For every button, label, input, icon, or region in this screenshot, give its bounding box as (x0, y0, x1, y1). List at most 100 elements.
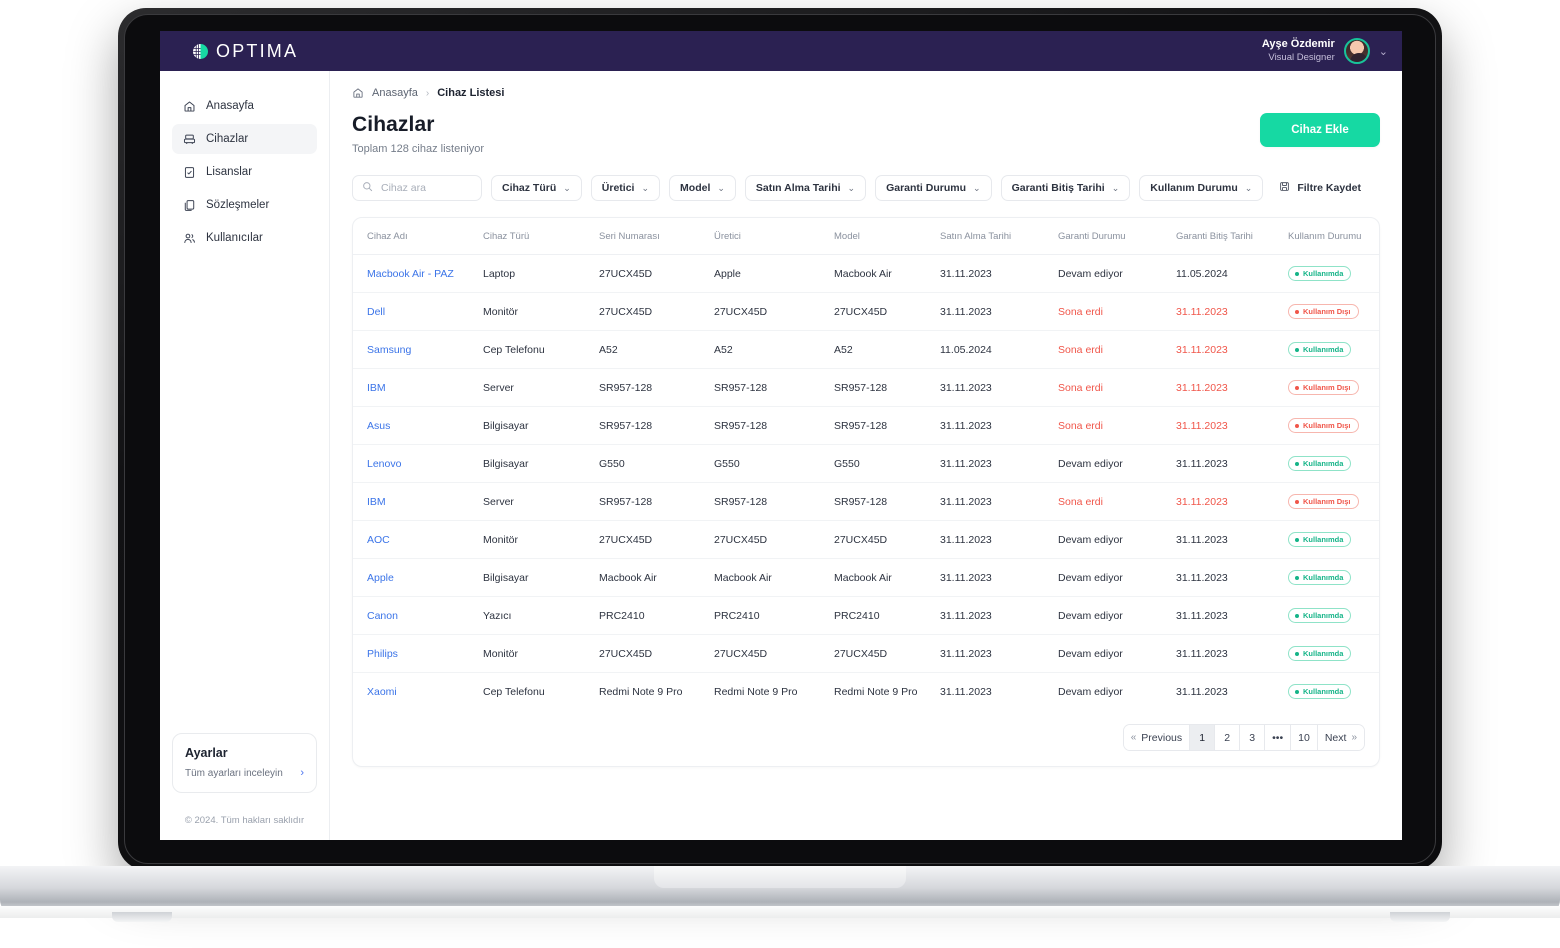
settings-card[interactable]: Ayarlar Tüm ayarları inceleyin › (172, 733, 317, 793)
laptop-base-notch (654, 866, 906, 888)
cell-device-name: Philips (353, 634, 483, 673)
col-kullanim-durumu[interactable]: Kullanım Durumu (1288, 218, 1379, 255)
cell-device-type: Cep Telefonu (483, 685, 545, 698)
cell-warranty-status: Devam ediyor (1058, 520, 1176, 559)
status-dot-icon (1295, 613, 1299, 618)
table-row[interactable]: Lenovo Bilgisayar G550 G550 G550 31.11.2023 De… (353, 444, 1379, 483)
cell-device-name: Macbook Air - PAZ (353, 254, 483, 293)
table-row[interactable]: AOC Monitör 27UCX45D 27UCX45D 27UCX45D 31.11.… (353, 520, 1379, 559)
cell-warranty-status: Devam ediyor (1058, 254, 1176, 293)
cell-serial: 27UCX45D (599, 292, 714, 331)
device-name-link[interactable]: Philips (367, 648, 398, 660)
sidebar-item-lisanslar[interactable]: Lisanslar (172, 157, 317, 187)
table-row[interactable]: Macbook Air - PAZ Laptop 27UCX45D Apple Macb… (353, 254, 1379, 293)
pagination-page-1[interactable]: 1 (1190, 725, 1216, 750)
filter-garanti-bitis-tarihi[interactable]: Garanti Bitiş Tarihi ⌄ (1000, 175, 1131, 201)
pagination-next[interactable]: Next » (1317, 725, 1364, 750)
col-garanti-bitis-tarihi[interactable]: Garanti Bitiş Tarihi (1176, 218, 1288, 255)
table-row[interactable]: IBM Server SR957-128 SR957-128 SR957-128 31.1… (353, 368, 1379, 407)
status-dot-icon (1295, 347, 1299, 352)
col-garanti-durumu[interactable]: Garanti Durumu (1058, 218, 1176, 255)
table-row[interactable]: Dell Monitör 27UCX45D 27UCX45D 27UCX45D 31.11… (353, 292, 1379, 331)
filter-model[interactable]: Model ⌄ (669, 175, 736, 201)
sidebar-item-cihazlar[interactable]: Cihazlar (172, 124, 317, 154)
table-row[interactable]: Asus Bilgisayar SR957-128 SR957-128 SR957-12… (353, 406, 1379, 445)
app-logo[interactable]: OPTIMA (192, 41, 298, 62)
device-name-link[interactable]: Asus (367, 420, 390, 432)
search-box[interactable] (352, 175, 482, 201)
filter-garanti-durumu[interactable]: Garanti Durumu ⌄ (875, 175, 992, 201)
device-name-link[interactable]: AOC (367, 534, 390, 546)
cell-model: A52 (834, 330, 940, 369)
status-badge: Kullanımda (1288, 266, 1352, 281)
status-badge: Kullanım Dışı (1288, 304, 1359, 319)
device-name-link[interactable]: IBM (367, 382, 386, 394)
cell-purchase-date: 31.11.2023 (940, 685, 992, 698)
breadcrumb-current: Cihaz Listesi (437, 87, 505, 99)
pagination-previous[interactable]: « Previous (1123, 725, 1191, 750)
device-name-link[interactable]: Samsung (367, 344, 411, 356)
cell-device-name: AOC (353, 520, 483, 559)
table-row[interactable]: Samsung Cep Telefonu A52 A52 A52 11.05.2024 So… (353, 330, 1379, 369)
table-row[interactable]: Apple Bilgisayar Macbook Air Macbook Air Mac… (353, 558, 1379, 597)
cell-model: PRC2410 (834, 596, 940, 635)
sidebar-item-sozlesmeler[interactable]: Sözleşmeler (172, 190, 317, 220)
user-menu[interactable]: Ayşe Özdemir Visual Designer ⌄ (1262, 38, 1388, 64)
cell-warranty-end: 31.11.2023 (1176, 406, 1288, 445)
status-dot-icon (1295, 575, 1299, 580)
sidebar-item-anasayfa[interactable]: Anasayfa (172, 91, 317, 121)
filter-satin-alma-tarihi[interactable]: Satın Alma Tarihi ⌄ (744, 175, 867, 201)
cell-manufacturer: 27UCX45D (714, 292, 834, 331)
table-row[interactable]: Canon Yazıcı PRC2410 PRC2410 PRC2410 31.11.20… (353, 596, 1379, 635)
device-name-link[interactable]: Lenovo (367, 458, 401, 470)
prev-chevron-icon: « (1130, 732, 1137, 743)
user-name: Ayşe Özdemir (1261, 38, 1335, 51)
page-subtitle: Toplam 128 cihaz listeniyor (352, 143, 485, 155)
device-name-link[interactable]: Apple (367, 572, 394, 584)
col-cihaz-adi[interactable]: Cihaz Adı (353, 218, 483, 255)
chevron-down-icon: ⌄ (563, 182, 571, 193)
cell-device-type: Monitör (483, 634, 599, 673)
table-head: Cihaz Adı Cihaz Türü Seri Numarası Üreti… (353, 218, 1379, 255)
search-input[interactable] (381, 182, 472, 194)
col-model[interactable]: Model (834, 218, 940, 255)
save-filter-button[interactable]: Filtre Kaydet (1279, 181, 1361, 195)
filter-uretici[interactable]: Üretici ⌄ (590, 175, 661, 201)
col-satin-alma-tarihi[interactable]: Satın Alma Tarihi (940, 218, 1058, 255)
cell-device-name: Canon (353, 596, 483, 635)
sidebar-item-kullanicilar[interactable]: Kullanıcılar (172, 223, 317, 253)
add-device-button[interactable]: Cihaz Ekle (1260, 113, 1380, 147)
avatar[interactable] (1343, 38, 1370, 64)
cell-model: Macbook Air (834, 558, 940, 597)
breadcrumb-home-icon[interactable] (352, 87, 364, 99)
col-cihaz-turu[interactable]: Cihaz Türü (483, 218, 599, 255)
chevron-down-icon: ⌄ (973, 182, 981, 193)
chevron-down-icon[interactable]: ⌄ (1379, 45, 1388, 58)
cell-device-name: Samsung (353, 330, 483, 369)
col-uretici[interactable]: Üretici (714, 218, 834, 255)
chevron-right-icon[interactable]: › (300, 767, 304, 779)
table-row[interactable]: IBM Server SR957-128 SR957-128 SR957-128 31.1… (353, 482, 1379, 521)
breadcrumb-home-label[interactable]: Anasayfa (372, 87, 418, 99)
sidebar-item-label: Anasayfa (206, 100, 254, 112)
device-name-link[interactable]: Xaomi (367, 686, 397, 698)
status-badge-label: Kullanımda (1303, 269, 1344, 278)
pagination-page-10[interactable]: 10 (1291, 725, 1318, 750)
pagination-page-2[interactable]: 2 (1215, 725, 1241, 750)
pagination-page-3[interactable]: 3 (1240, 725, 1266, 750)
device-name-link[interactable]: Dell (367, 306, 385, 318)
cell-device-type: Cep Telefonu (483, 330, 599, 369)
device-name-link[interactable]: IBM (367, 496, 386, 508)
cell-device-type: Bilgisayar (483, 558, 599, 597)
table-row[interactable]: Xaomi Cep Telefonu Redmi Note 9 Pro Redmi N… (353, 673, 1379, 711)
cell-warranty-status: Sona erdi (1058, 330, 1176, 369)
col-seri-numarasi[interactable]: Seri Numarası (599, 218, 714, 255)
cell-serial: G550 (599, 444, 714, 483)
cell-model: 27UCX45D (834, 520, 940, 559)
cell-warranty-status: Devam ediyor (1058, 596, 1176, 635)
filter-kullanim-durumu[interactable]: Kullanım Durumu ⌄ (1139, 175, 1264, 201)
filter-cihaz-turu[interactable]: Cihaz Türü ⌄ (491, 175, 582, 201)
device-name-link[interactable]: Canon (367, 610, 398, 622)
table-row[interactable]: Philips Monitör 27UCX45D 27UCX45D 27UCX45D 31… (353, 634, 1379, 673)
device-name-link[interactable]: Macbook Air - PAZ (367, 268, 454, 280)
